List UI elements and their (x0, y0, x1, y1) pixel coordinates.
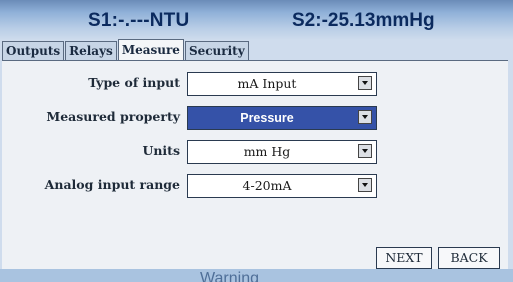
warning-bar[interactable]: Warning (0, 269, 513, 282)
units-value: mm Hg (243, 144, 291, 159)
tab-bar: Outputs Relays Measure Security (2, 39, 250, 60)
measure-panel: Type of input mA Input Measured property… (2, 60, 508, 269)
sensor2-reading: S2:-25.13mmHg (292, 10, 435, 31)
type-of-input-value: mA Input (237, 76, 297, 91)
chevron-down-icon[interactable] (358, 76, 372, 90)
analog-input-range-label: Analog input range (44, 177, 180, 192)
units-label: Units (142, 143, 180, 158)
type-of-input-label: Type of input (88, 75, 180, 90)
measured-property-dropdown[interactable]: Pressure (187, 106, 377, 130)
chevron-down-icon[interactable] (358, 178, 372, 192)
instrument-screen: S1:-.---NTU S2:-25.13mmHg Outputs Relays… (0, 0, 513, 282)
tab-outputs[interactable]: Outputs (2, 41, 65, 60)
measured-property-label: Measured property (46, 109, 180, 124)
back-button[interactable]: BACK (438, 247, 500, 269)
chevron-down-icon[interactable] (358, 110, 372, 124)
units-dropdown[interactable]: mm Hg (187, 140, 377, 164)
analog-input-range-row: Analog input range 4-20mA (2, 174, 508, 198)
type-of-input-dropdown[interactable]: mA Input (187, 72, 377, 96)
status-bar: S1:-.---NTU S2:-25.13mmHg (0, 0, 513, 40)
measured-property-row: Measured property Pressure (2, 106, 508, 130)
measured-property-value: Pressure (240, 111, 294, 125)
warning-label: Warning (200, 270, 259, 282)
sensor1-reading: S1:-.---NTU (88, 10, 190, 31)
tab-measure[interactable]: Measure (117, 39, 184, 60)
tab-security[interactable]: Security (184, 41, 249, 60)
tab-relays[interactable]: Relays (65, 41, 117, 60)
next-button[interactable]: NEXT (376, 247, 432, 269)
analog-input-range-value: 4-20mA (242, 178, 292, 193)
chevron-down-icon[interactable] (358, 144, 372, 158)
type-of-input-row: Type of input mA Input (2, 72, 508, 96)
analog-input-range-dropdown[interactable]: 4-20mA (187, 174, 377, 198)
units-row: Units mm Hg (2, 140, 508, 164)
